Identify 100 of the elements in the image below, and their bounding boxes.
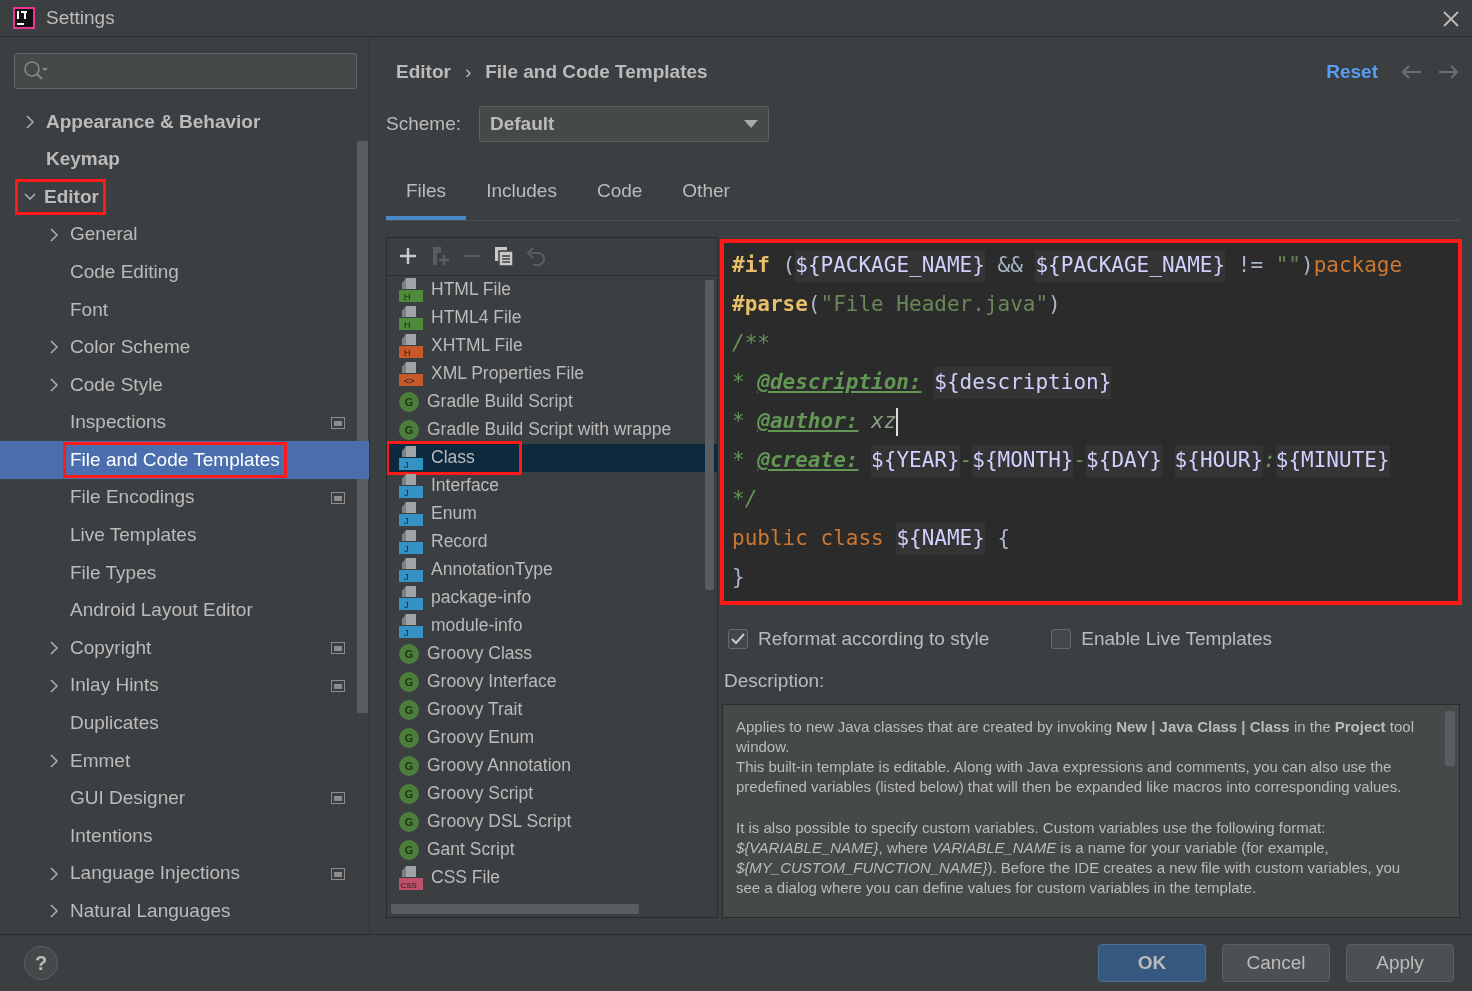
- tree-item[interactable]: Keymap: [0, 140, 369, 179]
- template-item[interactable]: J package-info: [387, 583, 717, 612]
- tab[interactable]: Includes: [466, 171, 577, 220]
- template-item[interactable]: G Groovy Script: [387, 779, 717, 808]
- code-line: * @author: xz: [732, 407, 900, 438]
- code-line: public class ${NAME} {: [732, 519, 1450, 559]
- tree-item[interactable]: File and Code Templates: [0, 441, 369, 479]
- code-line: /**: [732, 330, 771, 358]
- help-button[interactable]: ?: [24, 946, 58, 980]
- chevron-right-icon[interactable]: [48, 904, 60, 919]
- template-item[interactable]: G Groovy Interface: [387, 667, 717, 696]
- tree-item[interactable]: Intentions: [0, 817, 369, 855]
- g-circle-icon: G: [399, 783, 419, 804]
- breadcrumb-separator: ›: [464, 59, 472, 84]
- tree-item[interactable]: File Encodings: [0, 478, 369, 517]
- tree-item[interactable]: Code Style: [0, 366, 369, 404]
- g-circle-icon: G: [399, 419, 419, 440]
- scrollbar[interactable]: [705, 279, 714, 590]
- g-circle-icon: G: [399, 839, 419, 860]
- template-item[interactable]: H XHTML File: [387, 331, 717, 360]
- tree-item[interactable]: File Types: [0, 554, 369, 592]
- tree-item[interactable]: Copyright: [0, 629, 369, 667]
- template-item[interactable]: G Groovy Enum: [387, 723, 717, 752]
- description-text: It is also possible to specify custom variables. Custom variables use the following format: ${VARIABLE_NAME}, where VARIABLE_NAME is a name for your variable (for example, ${MY_CUSTOM_FUNCTION_NAME}). Before the IDE creates a new file with custom variables, you see a dialog where you can define values for custom variables in the template.: [736, 817, 1402, 898]
- template-item[interactable]: H HTML4 File: [387, 303, 717, 332]
- project-scope-icon: [331, 792, 345, 805]
- scrollbar[interactable]: [357, 141, 368, 713]
- search-icon: [23, 60, 49, 82]
- project-scope-icon: [331, 867, 345, 880]
- template-item[interactable]: J module-info: [387, 611, 717, 640]
- g-circle-icon: G: [399, 671, 419, 692]
- breadcrumb[interactable]: File and Code Templates: [485, 57, 708, 87]
- code-line: }: [732, 564, 746, 592]
- ok-button[interactable]: OK: [1098, 944, 1206, 982]
- tab[interactable]: Other: [662, 171, 750, 220]
- chevron-right-icon[interactable]: [48, 377, 60, 392]
- project-scope-icon: [331, 642, 345, 655]
- template-item[interactable]: J Class: [387, 443, 717, 472]
- project-scope-icon: [331, 491, 345, 504]
- description-label: Description:: [724, 669, 826, 693]
- template-item[interactable]: G Groovy DSL Script: [387, 807, 717, 836]
- tree-item[interactable]: General: [0, 215, 369, 254]
- g-circle-icon: G: [399, 699, 419, 720]
- code-line: * @description: ${description}: [732, 363, 1450, 403]
- add-icon[interactable]: [397, 245, 419, 267]
- tree-item[interactable]: Emmet: [0, 742, 369, 780]
- checkmark-icon: [731, 632, 745, 645]
- scrollbar[interactable]: [391, 904, 639, 914]
- template-item[interactable]: J AnnotationType: [387, 555, 717, 584]
- checkbox[interactable]: Reformat according to style: [728, 624, 990, 653]
- g-circle-icon: G: [399, 727, 419, 748]
- tree-item[interactable]: Editor: [0, 178, 369, 216]
- breadcrumb[interactable]: Editor: [396, 57, 451, 87]
- template-item[interactable]: <> XML Properties File: [387, 359, 717, 388]
- tree-item[interactable]: Natural Languages: [0, 892, 369, 931]
- chevron-right-icon[interactable]: [48, 678, 60, 693]
- tree-item[interactable]: Android Layout Editor: [0, 591, 369, 630]
- template-item[interactable]: G Gradle Build Script: [387, 387, 717, 416]
- template-item[interactable]: J Record: [387, 527, 717, 556]
- template-item[interactable]: G Gant Script: [387, 835, 717, 864]
- tree-item[interactable]: Language Injections: [0, 854, 369, 893]
- tree-item[interactable]: Code Editing: [0, 253, 369, 291]
- template-item[interactable]: J Interface: [387, 471, 717, 500]
- tree-item[interactable]: Inspections: [0, 403, 369, 442]
- template-item[interactable]: G Groovy Trait: [387, 695, 717, 724]
- template-item[interactable]: G Gradle Build Script with wrappe: [387, 415, 717, 444]
- chevron-right-icon[interactable]: [48, 227, 60, 242]
- tab[interactable]: Code: [576, 171, 663, 220]
- scheme-label: Scheme:: [386, 111, 461, 136]
- tree-item[interactable]: Live Templates: [0, 516, 369, 555]
- template-item[interactable]: H HTML File: [387, 275, 717, 304]
- tab[interactable]: Files: [386, 171, 467, 220]
- search-field[interactable]: [14, 53, 357, 89]
- checkbox[interactable]: Enable Live Templates: [1051, 624, 1273, 653]
- template-item[interactable]: G Groovy Class: [387, 639, 717, 668]
- chevron-right-icon[interactable]: [48, 641, 60, 656]
- tree-item[interactable]: Color Scheme: [0, 328, 369, 367]
- tree-item[interactable]: Appearance & Behavior: [0, 103, 369, 141]
- copy-icon[interactable]: [493, 245, 515, 267]
- template-item[interactable]: CSS CSS File: [387, 863, 717, 892]
- close-icon[interactable]: [1442, 9, 1460, 28]
- tree-item[interactable]: GUI Designer: [0, 779, 369, 818]
- dialog-button[interactable]: Cancel: [1222, 944, 1330, 982]
- scheme-dropdown[interactable]: Default: [479, 106, 769, 142]
- chevron-right-icon[interactable]: [48, 866, 60, 881]
- chevron-right-icon[interactable]: [48, 753, 60, 768]
- template-item[interactable]: J Enum: [387, 499, 717, 528]
- dialog-button[interactable]: Apply: [1346, 944, 1454, 982]
- project-scope-icon: [331, 679, 345, 692]
- chevron-right-icon[interactable]: [24, 114, 36, 129]
- tree-item[interactable]: Font: [0, 290, 369, 329]
- chevron-right-icon[interactable]: [48, 340, 60, 355]
- caret-icon: [744, 120, 758, 128]
- description-text: This built-in template is editable. Along with Java expressions and comments, you can also use the predefined variables (listed below) that will then be expanded like macros into corresponding values.: [736, 756, 1403, 797]
- reset-link[interactable]: Reset: [1326, 57, 1378, 87]
- template-item[interactable]: G Groovy Annotation: [387, 751, 717, 780]
- code-line: */: [732, 486, 759, 514]
- tree-item[interactable]: Duplicates: [0, 704, 369, 743]
- tree-item[interactable]: Inlay Hints: [0, 666, 369, 705]
- code-editor[interactable]: [722, 240, 1460, 603]
